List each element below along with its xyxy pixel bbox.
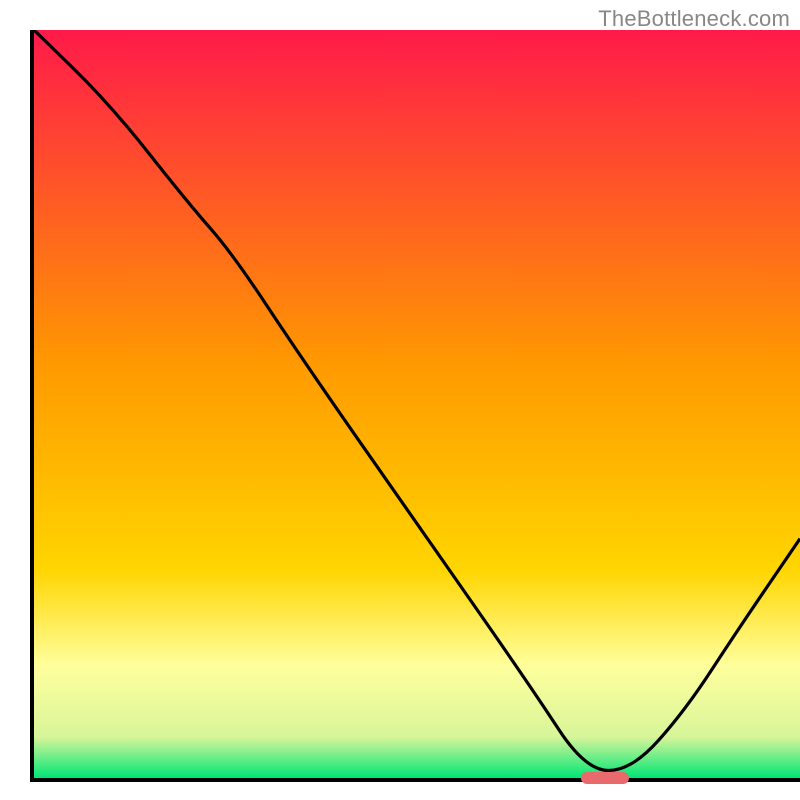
chart-svg (34, 30, 800, 778)
gradient-bg (34, 30, 800, 778)
x-axis (30, 778, 800, 782)
plot-area (34, 30, 800, 778)
watermark-label: TheBottleneck.com (598, 6, 790, 32)
optimal-marker (581, 772, 629, 784)
